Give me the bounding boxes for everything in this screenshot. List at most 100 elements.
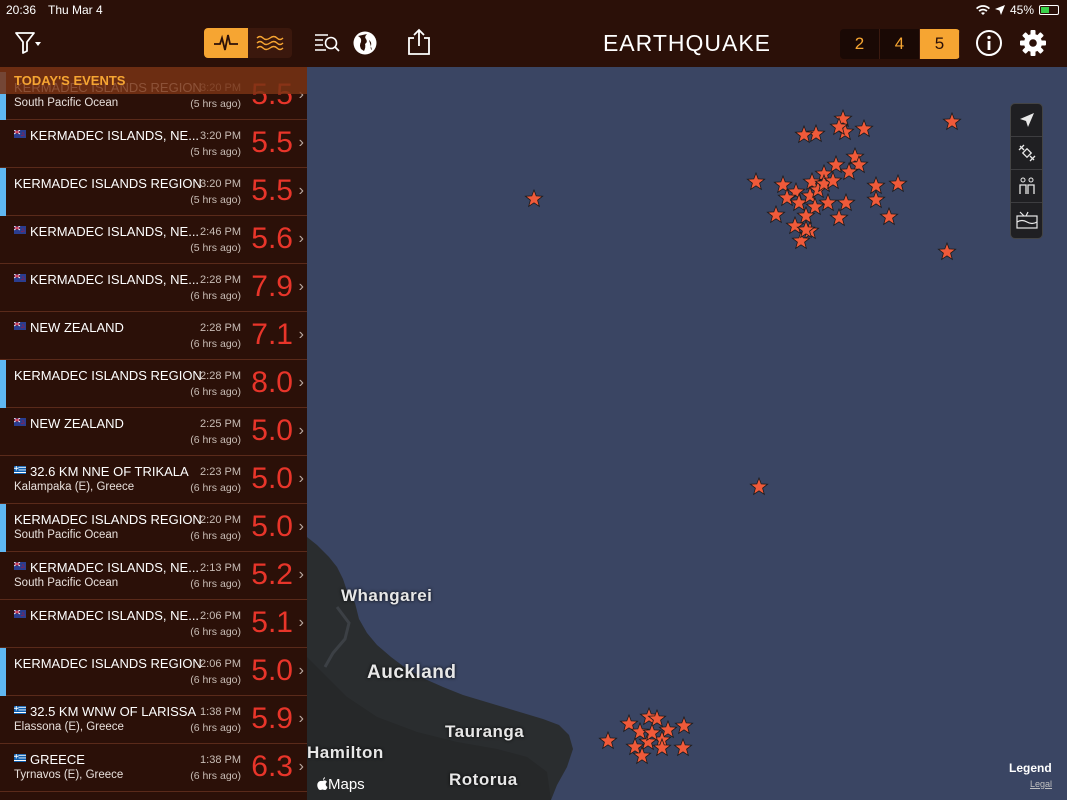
people-icon [1018,177,1035,194]
row-accent-bar [0,504,6,552]
tsunami-mode-button[interactable] [248,28,292,58]
event-row[interactable]: NEW ZEALAND 2:28 PM (6 hrs ago) 7.1 › [0,312,307,360]
earthquake-star-marker[interactable] [866,189,886,209]
event-row[interactable]: KERMADEC ISLANDS REGION South Pacific Oce… [0,504,307,552]
event-title: KERMADEC ISLANDS REGION [14,176,202,191]
event-row[interactable]: 32.6 KM NNE OF TRIKALA Kalampaka (E), Gre… [0,456,307,504]
waves-icon [256,35,284,51]
event-relative-time: (6 hrs ago) [190,290,241,302]
earthquake-star-marker[interactable] [598,730,618,750]
earthquake-star-marker[interactable] [794,124,814,144]
event-time: 3:20 PM [200,130,241,142]
event-title: KERMADEC ISLANDS, NE... [30,272,200,287]
earthquake-star-marker[interactable] [524,188,544,208]
event-title: 32.5 KM WNW OF LARISSA [30,704,197,719]
population-button[interactable] [1011,170,1042,203]
status-bar: 20:36 Thu Mar 4 45% [0,0,1067,20]
event-relative-time: (6 hrs ago) [190,434,241,446]
event-relative-time: (6 hrs ago) [190,530,241,542]
event-row[interactable]: KERMADEC ISLANDS REGION 3:20 PM (5 hrs ago… [0,168,307,216]
event-location: South Pacific Ocean [14,577,119,589]
filter-button[interactable] [14,30,42,56]
info-icon [976,30,1002,56]
todays-events-label: TODAY'S EVENTS [14,73,126,88]
event-title: KERMADEC ISLANDS, NE... [30,128,200,143]
globe-button[interactable] [352,30,378,56]
chevron-right-icon: › [298,758,304,775]
legend-button[interactable]: Legend [1009,761,1052,775]
event-title: KERMADEC ISLANDS, NE... [30,224,200,239]
event-title: KERMADEC ISLANDS, NE... [30,560,200,575]
new-zealand-flag-icon [14,322,26,330]
earthquake-star-marker[interactable] [785,215,805,235]
event-time: 1:38 PM [200,706,241,718]
todays-events-header: TODAY'S EVENTS [0,67,307,94]
event-row[interactable]: KERMADEC ISLANDS, NE... 2:06 PM (6 hrs ago… [0,600,307,648]
row-accent-bar [0,168,6,216]
plates-button[interactable] [1011,203,1042,236]
event-magnitude: 5.0 [251,654,293,687]
earthquake-star-marker[interactable] [829,207,849,227]
new-zealand-flag-icon [14,562,26,570]
earthquake-star-marker[interactable] [888,173,908,193]
event-relative-time: (6 hrs ago) [190,674,241,686]
event-magnitude: 7.9 [251,270,293,303]
event-magnitude: 5.0 [251,462,293,495]
row-accent-bar [0,648,6,696]
view-mode-toggle [204,28,292,58]
event-row[interactable]: KERMADEC ISLANDS, NE... 2:28 PM (6 hrs ago… [0,264,307,312]
chevron-right-icon: › [298,710,304,727]
event-row[interactable]: KERMADEC ISLANDS, NE... 2:46 PM (5 hrs ago… [0,216,307,264]
locate-me-button[interactable] [1011,104,1042,137]
share-button[interactable] [406,28,432,56]
earthquake-star-marker[interactable] [673,737,693,757]
status-indicators: 45% [975,3,1059,17]
earthquake-star-marker[interactable] [766,204,786,224]
earthquake-star-marker[interactable] [674,715,694,735]
info-button[interactable] [975,29,1003,57]
magnitude-option-4[interactable]: 4 [880,29,920,59]
event-row[interactable]: KERMADEC ISLANDS REGION 2:28 PM (6 hrs ago… [0,360,307,408]
legal-link[interactable]: Legal [1030,779,1052,789]
earthquake-star-marker[interactable] [836,192,856,212]
event-relative-time: (6 hrs ago) [190,722,241,734]
earthquake-star-marker[interactable] [937,241,957,261]
event-row[interactable]: KERMADEC ISLANDS REGION 2:06 PM (6 hrs ago… [0,648,307,696]
event-row[interactable]: KERMADEC ISLANDS, NE... South Pacific Oce… [0,552,307,600]
settings-button[interactable] [1019,29,1047,57]
event-row[interactable]: 32.5 KM WNW OF LARISSA Elassona (E), Gree… [0,696,307,744]
new-zealand-flag-icon [14,418,26,426]
event-title: KERMADEC ISLANDS REGION [14,512,202,527]
event-location: Elassona (E), Greece [14,721,124,733]
earthquake-star-marker[interactable] [879,206,899,226]
chevron-right-icon: › [298,230,304,247]
event-row[interactable]: GREECE Tyrnavos (E), Greece 1:38 PM (6 hrs … [0,744,307,792]
location-arrow-icon [994,5,1005,15]
earthquake-markers [524,108,962,765]
earthquake-star-marker[interactable] [749,476,769,496]
magnitude-filter: 2 4 5 [840,29,960,59]
event-row[interactable]: KERMADEC ISLANDS, NE... 3:20 PM (5 hrs ago… [0,120,307,168]
earthquake-star-marker[interactable] [652,737,672,757]
satellite-button[interactable] [1011,137,1042,170]
chevron-right-icon: › [298,518,304,535]
magnitude-option-5[interactable]: 5 [920,29,960,59]
apple-maps-attribution: Maps [317,776,365,793]
event-row[interactable]: NEW ZEALAND 2:25 PM (6 hrs ago) 5.0 › [0,408,307,456]
event-time: 2:46 PM [200,226,241,238]
chevron-right-icon: › [298,374,304,391]
map-view[interactable]: Whangarei Auckland Tauranga Hamilton Rot… [307,67,1067,800]
earthquake-star-marker[interactable] [854,118,874,138]
event-title: GREECE [30,752,85,767]
seismic-mode-button[interactable] [204,28,248,58]
earthquake-star-marker[interactable] [942,111,962,131]
event-relative-time: (5 hrs ago) [190,242,241,254]
chevron-right-icon: › [298,614,304,631]
magnitude-option-2[interactable]: 2 [840,29,880,59]
event-relative-time: (6 hrs ago) [190,338,241,350]
earthquake-star-marker[interactable] [746,171,766,191]
list-search-button[interactable] [314,30,340,56]
chevron-right-icon: › [298,278,304,295]
event-time: 2:25 PM [200,418,241,430]
chevron-right-icon: › [298,326,304,343]
